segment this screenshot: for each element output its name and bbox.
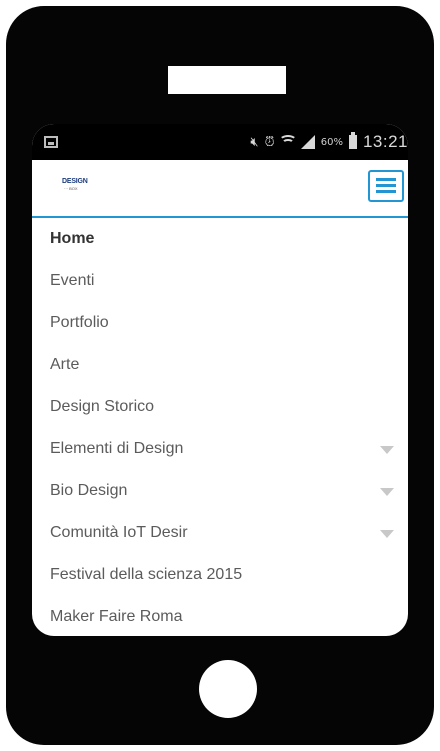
menu-item[interactable]: Bio Design xyxy=(32,470,408,512)
caret-down-icon[interactable] xyxy=(380,488,394,496)
menu-item-label: Bio Design xyxy=(50,482,128,499)
logo-subtitle: ··· BOX xyxy=(64,186,78,191)
site-logo[interactable]: DESIGN ··· BOX xyxy=(62,178,96,198)
menu-item[interactable]: Portfolio xyxy=(32,302,408,344)
menu-item[interactable]: Festival della scienza 2015 xyxy=(32,554,408,596)
menu-item-label: Comunità IoT Desir xyxy=(50,524,188,541)
phone-frame: 🔇︎ ⏰︎ 60% 13:21 DESIGN ··· BOX Home Even… xyxy=(6,6,434,745)
caret-down-icon[interactable] xyxy=(380,446,394,454)
mute-icon: 🔇︎ xyxy=(250,134,259,150)
signal-icon xyxy=(300,135,315,149)
menu-item-label: Arte xyxy=(50,356,80,373)
menu-item[interactable]: Eventi xyxy=(32,260,408,302)
menu-item-label: Eventi xyxy=(50,272,95,289)
wifi-icon xyxy=(278,135,297,149)
menu-item-label: Portfolio xyxy=(50,314,109,331)
screenshot-notification-icon xyxy=(44,136,58,148)
status-time: 13:21 xyxy=(362,132,408,151)
menu-item[interactable]: Home xyxy=(32,218,408,260)
status-icons: 🔇︎ ⏰︎ 60% 13:21 xyxy=(250,132,408,152)
menu-item[interactable]: Design Storico xyxy=(32,386,408,428)
caret-down-icon[interactable] xyxy=(380,530,394,538)
hamburger-icon xyxy=(376,178,396,181)
home-button[interactable] xyxy=(199,660,257,718)
site-header: DESIGN ··· BOX xyxy=(32,160,408,218)
menu-item[interactable]: Elementi di Design xyxy=(32,428,408,470)
logo-title: DESIGN xyxy=(62,178,88,185)
battery-percent: 60% xyxy=(320,136,343,148)
hamburger-bar xyxy=(376,190,396,193)
hamburger-menu-button[interactable] xyxy=(368,170,404,202)
phone-screen: 🔇︎ ⏰︎ 60% 13:21 DESIGN ··· BOX Home Even… xyxy=(32,124,408,636)
alarm-icon: ⏰︎ xyxy=(264,134,275,150)
menu-item-label: Elementi di Design xyxy=(50,440,184,457)
status-bar: 🔇︎ ⏰︎ 60% 13:21 xyxy=(32,124,408,160)
battery-icon xyxy=(348,132,357,149)
menu-item-label: Maker Faire Roma xyxy=(50,608,183,625)
nav-menu: Home Eventi Portfolio Arte Design Storico Ele… xyxy=(32,218,408,636)
phone-speaker xyxy=(168,66,286,94)
menu-item-label: Festival della scienza 2015 xyxy=(50,566,243,583)
menu-item[interactable]: Arte xyxy=(32,344,408,386)
menu-item[interactable]: Maker Faire Roma xyxy=(32,596,408,636)
menu-item[interactable]: Comunità IoT Desir xyxy=(32,512,408,554)
menu-item-label: Design Storico xyxy=(50,398,155,415)
hamburger-bar xyxy=(376,184,396,187)
menu-item-label: Home xyxy=(50,230,95,247)
